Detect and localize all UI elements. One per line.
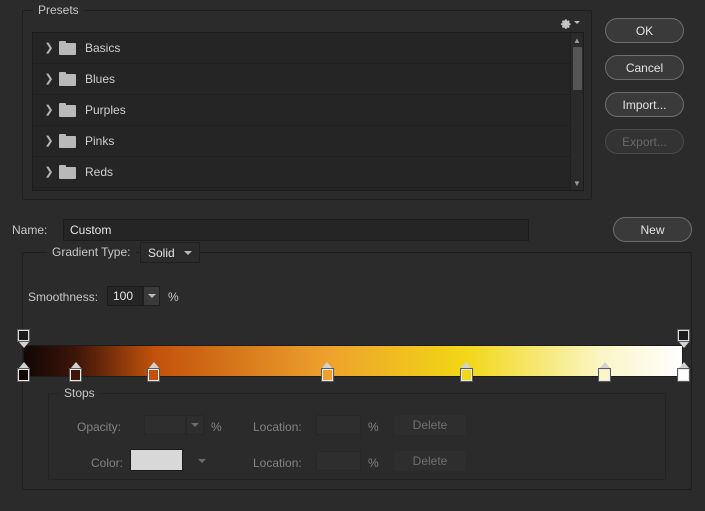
color-stop-handle[interactable] — [321, 362, 334, 383]
opacity-stop-handle[interactable] — [677, 329, 690, 349]
opacity-label: Opacity: — [77, 420, 121, 434]
list-item[interactable]: ❯ Pinks — [33, 126, 583, 157]
ok-button[interactable]: OK — [605, 18, 684, 43]
presets-panel: Presets ❯ Basics ❯ Blues ❯ Purples — [22, 10, 592, 200]
preset-label: Basics — [85, 41, 120, 55]
gear-icon[interactable] — [559, 13, 583, 31]
opacity-input — [144, 415, 186, 435]
stops-panel: Stops Opacity: % Location: % Delete Colo… — [48, 393, 666, 480]
opacity-location-percent-label: % — [368, 420, 379, 434]
gradient-strip-area — [23, 329, 693, 383]
chevron-right-icon[interactable]: ❯ — [42, 105, 56, 116]
preset-label: Reds — [85, 165, 113, 179]
opacity-location-input — [316, 415, 361, 435]
folder-icon — [59, 165, 76, 179]
export-button: Export... — [605, 129, 684, 154]
chevron-up-icon[interactable]: ▲ — [571, 34, 583, 46]
new-button[interactable]: New — [613, 217, 692, 242]
presets-scrollbar[interactable]: ▲ ▼ — [570, 33, 583, 190]
color-stop-swatch-inner — [323, 370, 332, 380]
color-location-label: Location: — [253, 456, 302, 470]
stop-pointer-icon — [679, 342, 689, 348]
list-item[interactable]: ❯ Blues — [33, 64, 583, 95]
opacity-stop-swatch-inner — [18, 330, 29, 341]
color-stop-swatch — [69, 368, 82, 382]
opacity-location-label: Location: — [253, 420, 302, 434]
list-item[interactable]: ❯ Basics — [33, 33, 583, 64]
color-stop-swatch — [677, 368, 690, 382]
preset-label: Purples — [85, 103, 126, 117]
opacity-stop-handle[interactable] — [17, 329, 30, 349]
preset-label: Blues — [85, 72, 115, 86]
color-stop-handle[interactable] — [460, 362, 473, 383]
list-item[interactable]: ❯ Purples — [33, 95, 583, 126]
presets-list[interactable]: ❯ Basics ❯ Blues ❯ Purples ❯ Pinks ❯ — [32, 32, 584, 191]
opacity-delete-button: Delete — [393, 414, 467, 436]
list-item[interactable]: ❯ Reds — [33, 157, 583, 188]
opacity-stop-swatch — [677, 329, 690, 342]
gradient-type-value: Solid — [141, 246, 175, 260]
cancel-button[interactable]: Cancel — [605, 55, 684, 80]
gradient-settings-panel: Gradient Type: Solid Smoothness: % Stops… — [22, 252, 692, 490]
smoothness-label: Smoothness: — [28, 290, 98, 304]
chevron-right-icon[interactable]: ❯ — [42, 136, 56, 147]
opacity-percent-label: % — [211, 420, 222, 434]
chevron-down-icon[interactable]: ▼ — [571, 177, 583, 189]
color-stop-swatch — [321, 368, 334, 382]
color-stop-swatch-inner — [19, 370, 28, 380]
opacity-stop-swatch-inner — [678, 330, 689, 341]
opacity-stop-swatch — [17, 329, 30, 342]
color-stop-handle[interactable] — [147, 362, 160, 383]
preset-label: Pinks — [85, 134, 114, 148]
color-stop-handle[interactable] — [17, 362, 30, 383]
color-location-input — [316, 451, 361, 471]
gradient-type-label: Gradient Type: — [47, 245, 136, 259]
chevron-down-icon — [191, 423, 199, 427]
stop-pointer-icon — [19, 342, 29, 348]
color-stop-swatch-inner — [149, 370, 158, 380]
color-stop-swatch-inner — [462, 370, 471, 380]
folder-icon — [59, 134, 76, 148]
chevron-right-icon[interactable]: ❯ — [42, 167, 56, 178]
color-stop-swatch-inner — [679, 370, 688, 380]
chevron-right-icon[interactable]: ❯ — [42, 43, 56, 54]
chevron-down-icon — [198, 459, 206, 463]
scrollbar-thumb[interactable] — [573, 47, 582, 90]
smoothness-input[interactable] — [107, 286, 143, 306]
color-stop-swatch — [147, 368, 160, 382]
color-stop-swatch — [598, 368, 611, 382]
color-label: Color: — [91, 456, 123, 470]
color-stop-swatch-inner — [71, 370, 80, 380]
color-stop-swatch — [17, 368, 30, 382]
opacity-stepper — [186, 415, 204, 435]
color-stop-handle[interactable] — [69, 362, 82, 383]
smoothness-stepper[interactable] — [143, 286, 160, 306]
folder-icon — [59, 103, 76, 117]
presets-title: Presets — [33, 3, 84, 17]
color-location-percent-label: % — [368, 456, 379, 470]
color-stop-handle[interactable] — [677, 362, 690, 383]
name-input[interactable] — [63, 219, 529, 241]
smoothness-percent-label: % — [168, 290, 179, 304]
chevron-down-icon — [148, 294, 156, 298]
gradient-type-select[interactable]: Solid — [140, 242, 200, 263]
color-swatch[interactable] — [130, 449, 183, 471]
chevron-right-icon[interactable]: ❯ — [42, 74, 56, 85]
chevron-down-icon — [184, 251, 192, 255]
gradient-editor-dialog: Presets ❯ Basics ❯ Blues ❯ Purples — [0, 0, 705, 511]
folder-icon — [59, 72, 76, 86]
stops-title: Stops — [59, 386, 100, 400]
name-label: Name: — [12, 223, 47, 237]
color-stop-swatch — [460, 368, 473, 382]
gradient-preview-strip[interactable] — [23, 345, 683, 377]
color-stop-handle[interactable] — [598, 362, 611, 383]
color-delete-button: Delete — [393, 450, 467, 472]
gear-caret-icon — [574, 21, 580, 24]
color-stop-swatch-inner — [600, 370, 609, 380]
import-button[interactable]: Import... — [605, 92, 684, 117]
folder-icon — [59, 41, 76, 55]
